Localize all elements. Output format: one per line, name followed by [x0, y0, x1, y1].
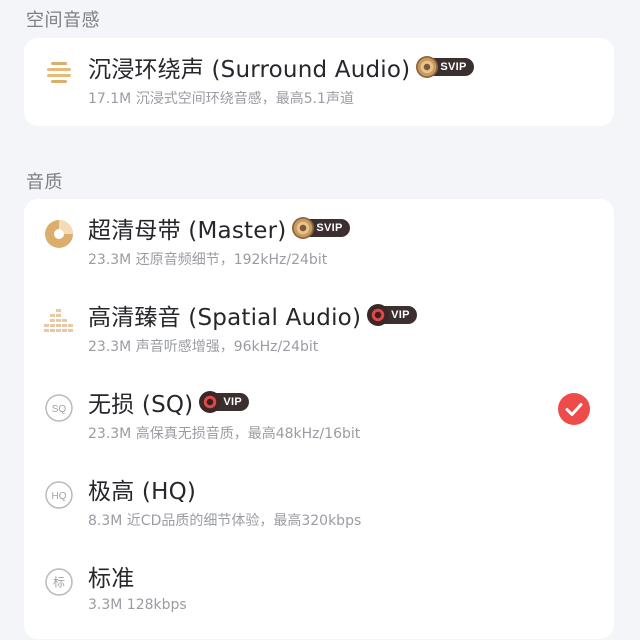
- section-title-quality: 音质: [26, 172, 63, 193]
- option-surround-audio[interactable]: 沉浸环绕声 (Surround Audio) SVIP 17.1M 沉浸式空间环…: [24, 38, 614, 126]
- svg-text:SQ: SQ: [52, 404, 67, 415]
- spatial-audio-bars-icon: [44, 309, 73, 332]
- option-hq[interactable]: HQ 极高 (HQ) 8.3M 近CD品质的细节体验，最高320kbps: [24, 460, 614, 548]
- option-subtitle: 3.3M 128kbps: [88, 597, 187, 613]
- option-subtitle: 17.1M 沉浸式空间环绕音感，最高5.1声道: [88, 91, 354, 107]
- option-standard[interactable]: 标 标准 3.3M 128kbps: [24, 547, 614, 635]
- option-spatial-audio[interactable]: 高清臻音 (Spatial Audio) VIP 23.3M 声音听感增强，96…: [24, 286, 614, 374]
- option-title: 超清母带 (Master): [88, 218, 287, 244]
- spatial-audio-card: 沉浸环绕声 (Surround Audio) SVIP 17.1M 沉浸式空间环…: [24, 38, 614, 126]
- svg-text:HQ: HQ: [52, 491, 67, 502]
- surround-audio-icon: [47, 62, 71, 83]
- svg-text:标: 标: [53, 576, 65, 590]
- option-sq[interactable]: SQ 无损 (SQ) VIP 23.3M 高保真无损音质，最高48kHz/16b…: [24, 373, 614, 461]
- svip-badge: SVIP: [292, 217, 350, 239]
- option-subtitle: 23.3M 还原音频细节，192kHz/24bit: [88, 252, 328, 268]
- option-title: 高清臻音 (Spatial Audio): [88, 305, 362, 331]
- option-master[interactable]: 超清母带 (Master) SVIP 23.3M 还原音频细节，192kHz/2…: [24, 199, 614, 287]
- master-disc-icon: [45, 220, 73, 248]
- option-title: 标准: [88, 566, 135, 592]
- vip-badge: VIP: [199, 391, 250, 413]
- quality-card: 超清母带 (Master) SVIP 23.3M 还原音频细节，192kHz/2…: [24, 199, 614, 639]
- option-title: 无损 (SQ): [88, 392, 194, 418]
- option-title: 极高 (HQ): [88, 479, 197, 505]
- vip-badge: VIP: [367, 304, 417, 326]
- vinyl-disc-icon: [367, 304, 390, 326]
- selected-check-icon: [558, 393, 590, 425]
- hq-icon: HQ: [45, 481, 73, 509]
- standard-icon: 标: [45, 568, 73, 596]
- option-subtitle: 23.3M 高保真无损音质，最高48kHz/16bit: [88, 426, 361, 442]
- option-subtitle: 23.3M 声音听感增强，96kHz/24bit: [88, 339, 319, 355]
- svip-badge: SVIP: [416, 56, 474, 78]
- section-title-spatial: 空间音感: [26, 10, 100, 31]
- option-title: 沉浸环绕声 (Surround Audio): [88, 57, 411, 83]
- option-subtitle: 8.3M 近CD品质的细节体验，最高320kbps: [88, 513, 362, 529]
- sq-icon: SQ: [45, 394, 73, 422]
